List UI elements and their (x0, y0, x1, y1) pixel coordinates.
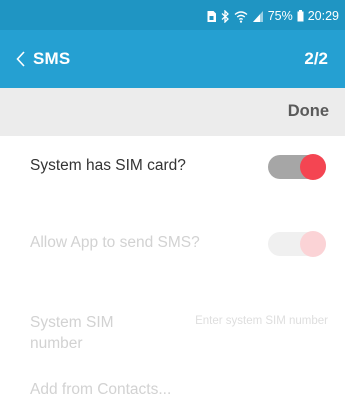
sim-number-input[interactable] (160, 311, 328, 331)
allow-sms-label: Allow App to send SMS? (30, 234, 200, 251)
done-button[interactable]: Done (288, 102, 329, 121)
wifi-icon (234, 10, 248, 23)
battery-icon (297, 10, 304, 22)
signal-icon (252, 10, 264, 23)
sms-settings-screen: 75% 20:29 SMS 2/2 Done System has SIM ca… (0, 0, 345, 402)
clock: 20:29 (307, 9, 339, 23)
sim-card-setting-row: System has SIM card? (0, 136, 345, 196)
allow-sms-toggle[interactable] (268, 231, 326, 257)
sim-card-toggle[interactable] (268, 154, 326, 180)
page-title: SMS (33, 49, 71, 68)
page-indicator: 2/2 (304, 49, 328, 68)
sim-card-icon (206, 10, 217, 23)
chevron-left-icon (16, 51, 25, 67)
action-bar: Done (0, 88, 345, 136)
status-icons: 75% 20:29 (206, 9, 339, 23)
sim-card-label: System has SIM card? (30, 157, 186, 174)
allow-sms-setting-row: Allow App to send SMS? (0, 213, 345, 273)
back-button[interactable]: SMS (16, 46, 70, 72)
status-bar: 75% 20:29 (0, 0, 345, 30)
battery-percentage: 75% (267, 9, 293, 23)
app-bar: SMS 2/2 (0, 30, 345, 88)
toggle-thumb (300, 231, 326, 257)
toggle-thumb (300, 154, 326, 180)
sim-number-label: System SIM number (30, 314, 114, 352)
bluetooth-icon (221, 9, 230, 23)
add-from-contacts-link[interactable]: Add from Contacts... (30, 381, 171, 399)
